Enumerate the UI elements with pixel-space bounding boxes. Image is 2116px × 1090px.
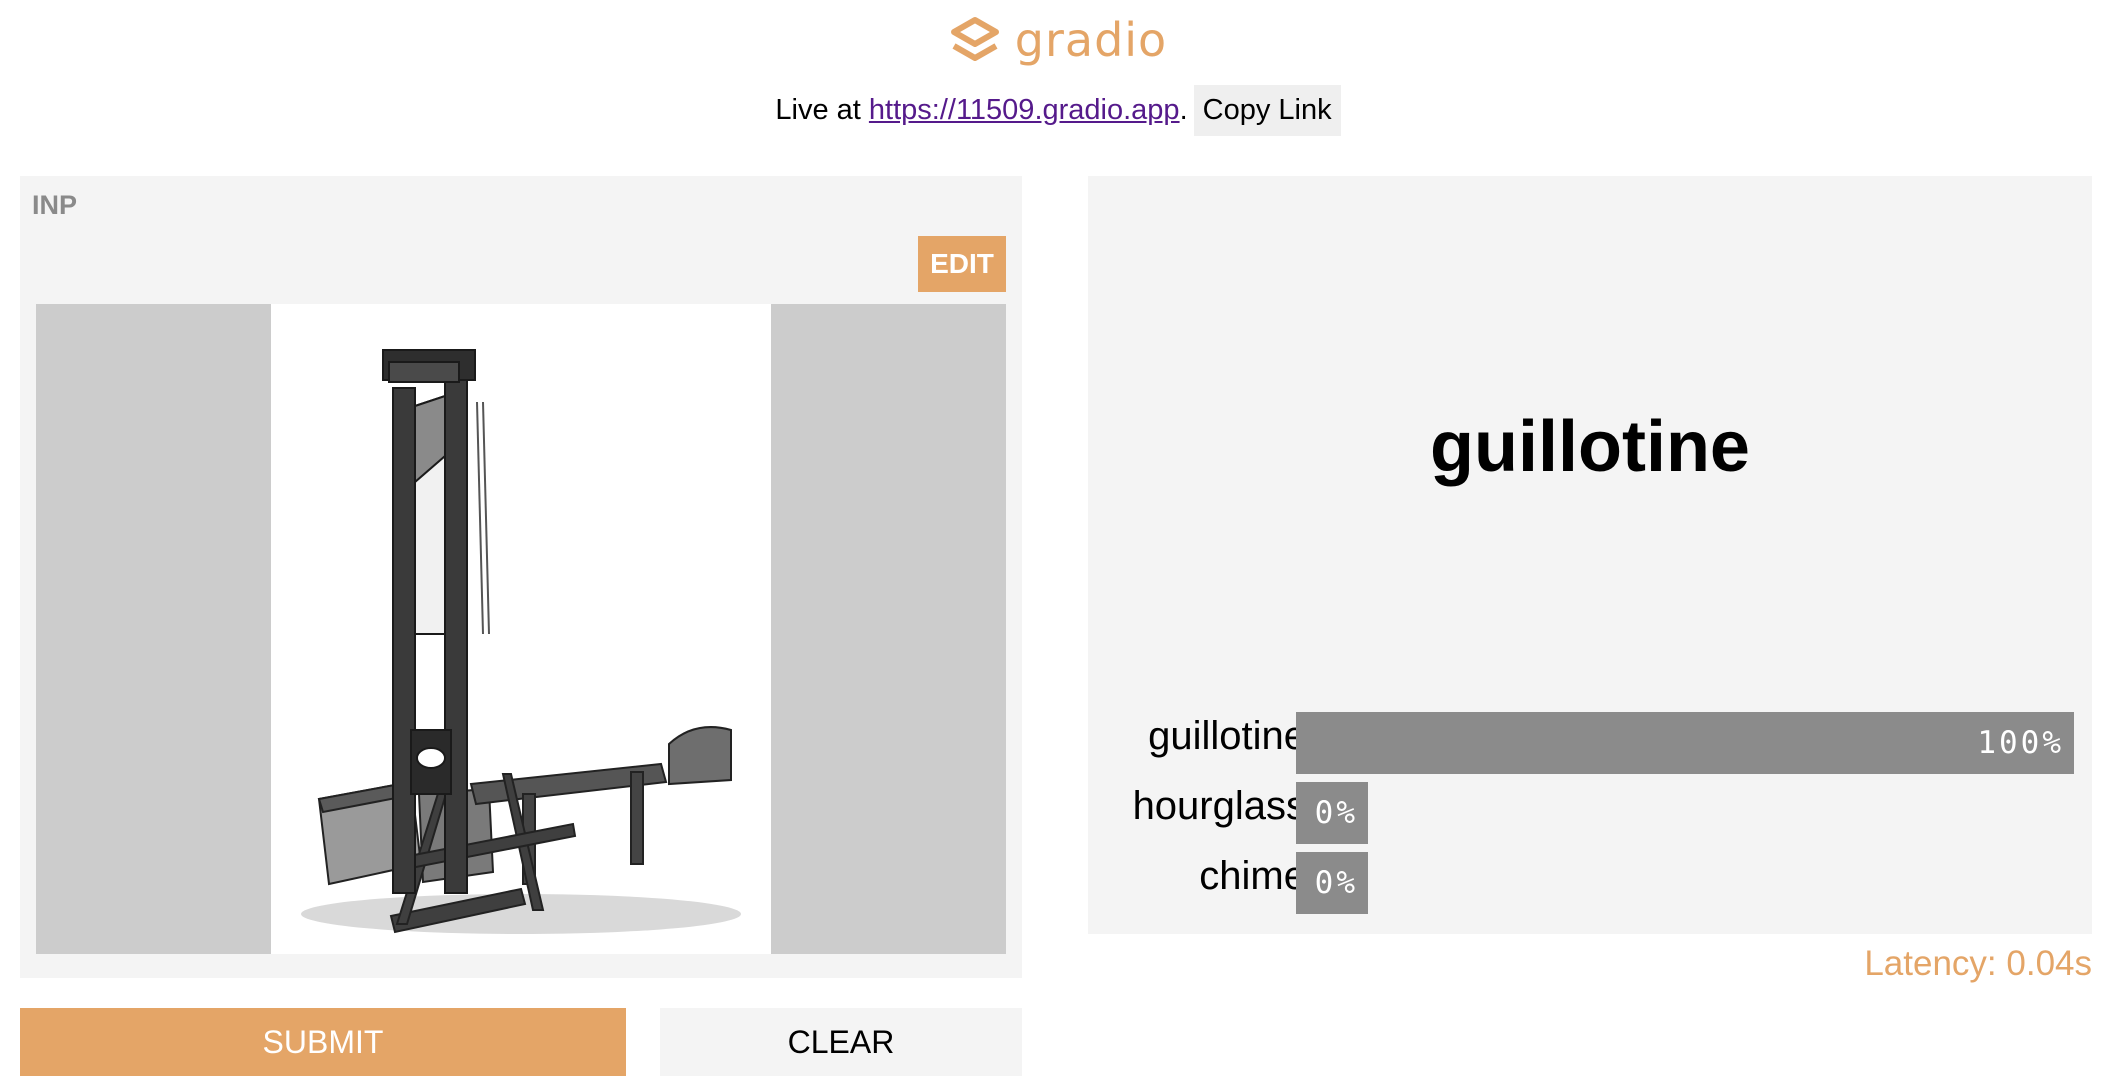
live-url-link[interactable]: https://11509.gradio.app [869, 94, 1180, 127]
copy-link-button[interactable]: Copy Link [1193, 84, 1341, 136]
confidence-text: 0% [1314, 865, 1358, 901]
live-suffix: . [1179, 93, 1188, 126]
confidence-text: 0% [1314, 795, 1358, 831]
confidence-bar: 0% [1296, 852, 1368, 914]
header-logo: gradio [0, 12, 2116, 68]
confidence-row: chime 0% [1088, 852, 2092, 914]
gradio-logo-icon [950, 17, 999, 61]
input-label: INP [32, 190, 78, 220]
guillotine-image [271, 304, 771, 954]
input-panel: INP EDIT [20, 176, 1022, 978]
brand-name: gradio [1014, 13, 1168, 67]
confidence-row: hourglass 0% [1088, 782, 2092, 844]
live-link-line: Live at https://11509.gradio.app . Copy … [0, 84, 2116, 136]
edit-button[interactable]: EDIT [918, 236, 1006, 292]
confidence-row: guillotine 100% [1088, 712, 2092, 774]
predicted-label: guillotine [1430, 407, 1750, 487]
image-input[interactable] [36, 304, 1006, 954]
confidence-bar: 100% [1296, 712, 2074, 774]
confidence-name: hourglass [1132, 784, 1306, 828]
submit-button[interactable]: SUBMIT [20, 1008, 626, 1076]
live-prefix: Live at [775, 93, 869, 126]
confidence-name: guillotine [1148, 714, 1306, 758]
confidence-text: 100% [1977, 725, 2064, 761]
latency-text: Latency: 0.04s [1864, 944, 2092, 983]
clear-button[interactable]: CLEAR [660, 1008, 1022, 1076]
output-panel: guillotine guillotine 100% hourglass 0% … [1088, 176, 2092, 934]
confidence-bar: 0% [1296, 782, 1368, 844]
confidence-name: chime [1199, 854, 1306, 898]
